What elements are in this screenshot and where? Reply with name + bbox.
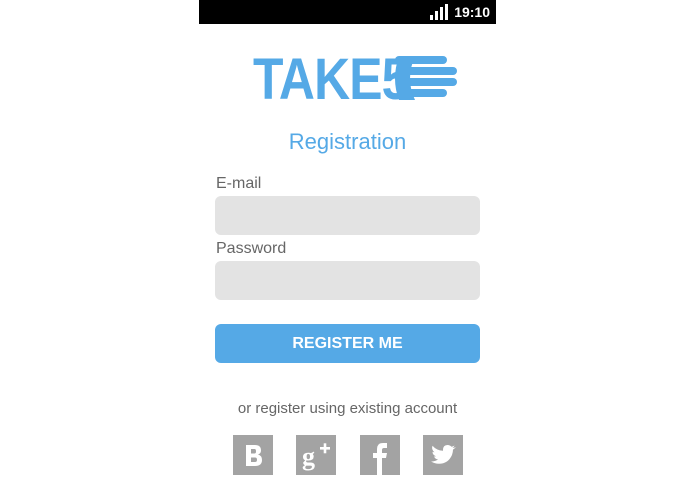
vk-button[interactable] <box>233 435 273 475</box>
twitter-icon <box>431 445 456 464</box>
google-plus-button[interactable]: g <box>296 435 336 475</box>
hand-icon <box>395 56 457 100</box>
status-bar: 19:10 <box>199 0 496 24</box>
password-label: Password <box>216 240 287 257</box>
social-caption: or register using existing account <box>237 400 458 417</box>
logo-text: TAKE5 <box>253 47 409 112</box>
signal-icon <box>430 4 448 20</box>
google-plus-icon: g <box>302 442 330 471</box>
take5-logo: TAKE5 <box>253 50 458 110</box>
svg-text:g: g <box>302 442 315 471</box>
password-field[interactable] <box>215 261 480 300</box>
vk-icon <box>246 445 262 466</box>
status-time: 19:10 <box>454 4 490 20</box>
email-field[interactable] <box>215 196 480 235</box>
page-title: Registration <box>288 129 407 154</box>
facebook-button[interactable] <box>360 435 400 475</box>
register-button[interactable]: REGISTER ME <box>215 324 480 363</box>
facebook-icon <box>373 443 387 475</box>
twitter-button[interactable] <box>423 435 463 475</box>
email-label: E-mail <box>216 175 262 192</box>
